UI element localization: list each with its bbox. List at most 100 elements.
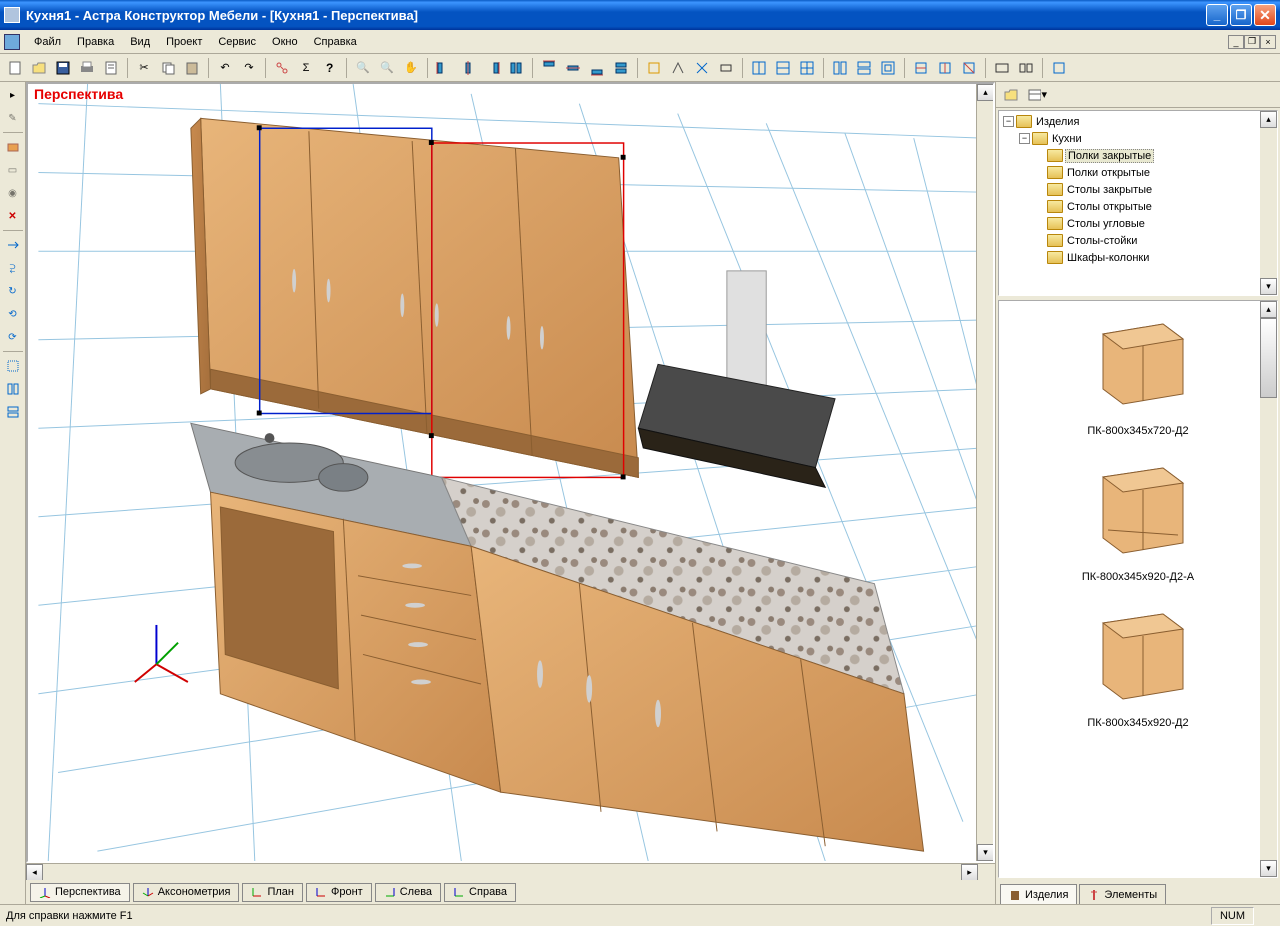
- vtool-2[interactable]: ✎: [2, 107, 24, 129]
- layout-1[interactable]: [748, 57, 770, 79]
- tree-scroll[interactable]: ▴ ▾: [1260, 111, 1277, 295]
- app-menu-icon[interactable]: [4, 34, 20, 50]
- align-5[interactable]: [538, 57, 560, 79]
- menu-help[interactable]: Справка: [306, 34, 365, 50]
- align-8[interactable]: [610, 57, 632, 79]
- mdi-close[interactable]: ×: [1260, 35, 1276, 49]
- undo-button[interactable]: ↶: [214, 57, 236, 79]
- tree-expander[interactable]: −: [1003, 116, 1014, 127]
- snap-1[interactable]: [829, 57, 851, 79]
- minimize-button[interactable]: _: [1206, 4, 1228, 26]
- tab-front[interactable]: Фронт: [306, 883, 372, 902]
- zoom-in-button[interactable]: 🔍: [352, 57, 374, 79]
- print-button[interactable]: [76, 57, 98, 79]
- snap-4[interactable]: [910, 57, 932, 79]
- open-button[interactable]: [28, 57, 50, 79]
- menu-view[interactable]: Вид: [122, 34, 158, 50]
- vtool-11[interactable]: ⟳: [2, 326, 24, 348]
- tree-item-closed-tables[interactable]: Столы закрытые: [1065, 184, 1154, 196]
- tool-sum[interactable]: Σ: [295, 57, 317, 79]
- align-2[interactable]: [457, 57, 479, 79]
- tab-products[interactable]: Изделия: [1000, 884, 1077, 904]
- vtool-4[interactable]: ▭: [2, 159, 24, 181]
- snap-5[interactable]: [934, 57, 956, 79]
- tree-item-corner-tables[interactable]: Столы угловые: [1065, 218, 1147, 230]
- viewport-3d[interactable]: Перспектива: [26, 82, 995, 863]
- tree-item-open-tables[interactable]: Столы открытые: [1065, 201, 1154, 213]
- delete-tool[interactable]: ✕: [2, 205, 24, 227]
- vtool-12[interactable]: [2, 355, 24, 377]
- snap-3[interactable]: [877, 57, 899, 79]
- range-hood: [638, 271, 835, 487]
- catalog-scroll[interactable]: ▴ ▾: [1260, 301, 1277, 877]
- vtool-14[interactable]: [2, 401, 24, 423]
- mdi-minimize[interactable]: _: [1228, 35, 1244, 49]
- snap-6[interactable]: [958, 57, 980, 79]
- tab-right[interactable]: Справа: [444, 883, 516, 902]
- save-button[interactable]: [52, 57, 74, 79]
- pan-button[interactable]: ✋: [400, 57, 422, 79]
- menu-service[interactable]: Сервис: [210, 34, 264, 50]
- align-7[interactable]: [586, 57, 608, 79]
- tree-item-bar-tables[interactable]: Столы-стойки: [1065, 235, 1139, 247]
- catalog-open-icon[interactable]: [1000, 84, 1022, 106]
- catalog-view-icon[interactable]: ▾: [1026, 84, 1048, 106]
- menu-window[interactable]: Окно: [264, 34, 306, 50]
- cut-button[interactable]: ✂: [133, 57, 155, 79]
- paste-button[interactable]: [181, 57, 203, 79]
- tree-expander[interactable]: −: [1019, 133, 1030, 144]
- extra-3[interactable]: [1048, 57, 1070, 79]
- vtool-9[interactable]: ↻: [2, 280, 24, 302]
- tree-item-closed-shelves[interactable]: Полки закрытые: [1065, 149, 1154, 163]
- menu-file[interactable]: Файл: [26, 34, 69, 50]
- maximize-button[interactable]: ❐: [1230, 4, 1252, 26]
- vtool-5[interactable]: ◉: [2, 182, 24, 204]
- vtool-10[interactable]: ⟲: [2, 303, 24, 325]
- vtool-8[interactable]: ⥻: [2, 257, 24, 279]
- tool-link[interactable]: [271, 57, 293, 79]
- tab-perspective[interactable]: Перспектива: [30, 883, 130, 902]
- viewport-scroll-horizontal[interactable]: ◂ ▸: [26, 863, 995, 880]
- tab-left[interactable]: Слева: [375, 883, 441, 902]
- menu-project[interactable]: Проект: [158, 34, 210, 50]
- vtool-3[interactable]: [2, 136, 24, 158]
- close-button[interactable]: ✕: [1254, 4, 1276, 26]
- catalog-thumbnails[interactable]: ПК-800x345x720-Д2 ПК-800x345x920-Д2-А ПК…: [998, 300, 1278, 878]
- mdi-restore[interactable]: ❐: [1244, 35, 1260, 49]
- report-button[interactable]: [100, 57, 122, 79]
- align-4[interactable]: [505, 57, 527, 79]
- zoom-out-button[interactable]: 🔍: [376, 57, 398, 79]
- vtool-13[interactable]: [2, 378, 24, 400]
- extra-1[interactable]: [991, 57, 1013, 79]
- tree-kitchen[interactable]: Кухни: [1050, 133, 1084, 145]
- tree-item-open-shelves[interactable]: Полки открытые: [1065, 167, 1152, 179]
- viewport-scroll-vertical[interactable]: ▴ ▾: [976, 84, 993, 861]
- tree-root[interactable]: Изделия: [1034, 116, 1081, 128]
- tab-plan[interactable]: План: [242, 883, 303, 902]
- catalog-tree[interactable]: − Изделия − Кухни Полки закрытые Полки о…: [998, 110, 1278, 296]
- catalog-item[interactable]: ПК-800x345x720-Д2: [1073, 309, 1203, 437]
- align-3[interactable]: [481, 57, 503, 79]
- tab-elements[interactable]: Элементы: [1079, 884, 1166, 904]
- layout-2[interactable]: [772, 57, 794, 79]
- tool-b[interactable]: [667, 57, 689, 79]
- tool-a[interactable]: [643, 57, 665, 79]
- copy-button[interactable]: [157, 57, 179, 79]
- tool-d[interactable]: [715, 57, 737, 79]
- select-tool[interactable]: ▸: [2, 84, 24, 106]
- redo-button[interactable]: ↷: [238, 57, 260, 79]
- snap-2[interactable]: [853, 57, 875, 79]
- menu-edit[interactable]: Правка: [69, 34, 122, 50]
- new-button[interactable]: [4, 57, 26, 79]
- tree-item-column-cabinets[interactable]: Шкафы-колонки: [1065, 252, 1151, 264]
- tab-axonometry[interactable]: Аксонометрия: [133, 883, 240, 902]
- catalog-item[interactable]: ПК-800x345x920-Д2: [1073, 601, 1203, 729]
- vtool-7[interactable]: [2, 234, 24, 256]
- extra-2[interactable]: [1015, 57, 1037, 79]
- layout-3[interactable]: [796, 57, 818, 79]
- catalog-item[interactable]: ПК-800x345x920-Д2-А: [1073, 455, 1203, 583]
- align-6[interactable]: [562, 57, 584, 79]
- help-button[interactable]: ?: [319, 57, 341, 79]
- align-1[interactable]: [433, 57, 455, 79]
- tool-c[interactable]: [691, 57, 713, 79]
